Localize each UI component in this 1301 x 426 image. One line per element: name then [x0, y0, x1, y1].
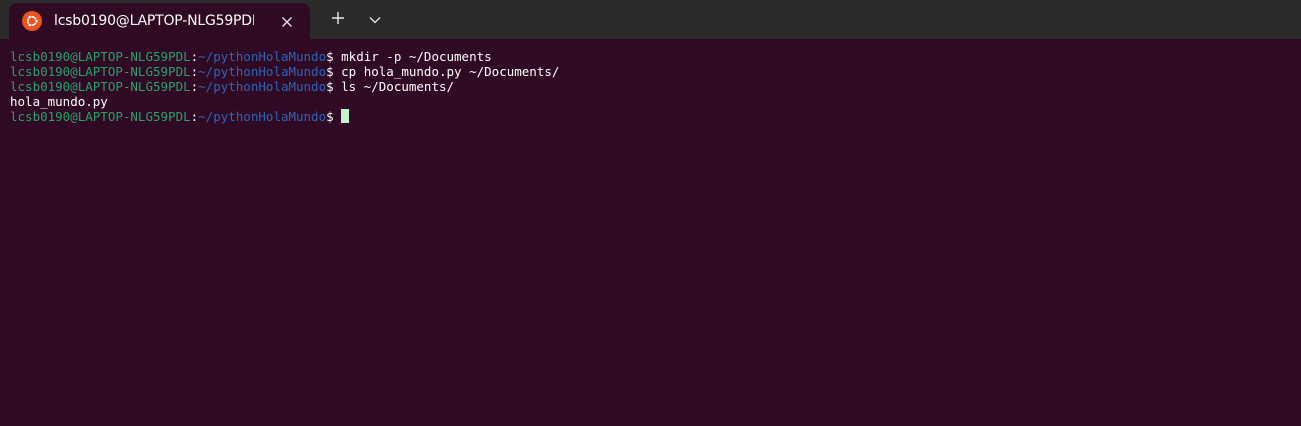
terminal-line-current: lcsb0190@LAPTOP-NLG59PDL:~/pythonHolaMun…	[0, 109, 1301, 124]
prompt-dollar: $	[326, 79, 334, 94]
terminal-line: lcsb0190@LAPTOP-NLG59PDL:~/pythonHolaMun…	[0, 79, 1301, 94]
ubuntu-icon	[22, 11, 42, 31]
prompt-path: ~/pythonHolaMundo	[198, 109, 327, 124]
prompt-user: lcsb0190@LAPTOP-NLG59PDL	[10, 109, 191, 124]
text-cursor	[340, 109, 349, 123]
close-icon[interactable]	[276, 11, 298, 33]
terminal-line: lcsb0190@LAPTOP-NLG59PDL:~/pythonHolaMun…	[0, 49, 1301, 64]
command-output: hola_mundo.py	[10, 94, 108, 109]
prompt-path: ~/pythonHolaMundo	[198, 49, 327, 64]
chevron-down-icon	[369, 11, 381, 29]
prompt-dollar: $	[326, 64, 334, 79]
command-text: mkdir -p ~/Documents	[333, 49, 492, 64]
tab-bar: lcsb0190@LAPTOP-NLG59PDL	[0, 0, 1301, 39]
terminal-window: lcsb0190@LAPTOP-NLG59PDL lcsb0190@LAPTOP…	[0, 0, 1301, 426]
prompt-dollar: $	[326, 49, 334, 64]
tab-ubuntu[interactable]: lcsb0190@LAPTOP-NLG59PDL	[9, 3, 310, 39]
terminal-line: lcsb0190@LAPTOP-NLG59PDL:~/pythonHolaMun…	[0, 64, 1301, 79]
prompt-user: lcsb0190@LAPTOP-NLG59PDL	[10, 49, 191, 64]
command-text: ls ~/Documents/	[333, 79, 455, 94]
prompt-user: lcsb0190@LAPTOP-NLG59PDL	[10, 79, 191, 94]
terminal-output[interactable]: lcsb0190@LAPTOP-NLG59PDL:~/pythonHolaMun…	[0, 39, 1301, 426]
new-tab-button[interactable]	[324, 6, 352, 34]
prompt-path: ~/pythonHolaMundo	[198, 64, 327, 79]
prompt-path: ~/pythonHolaMundo	[198, 79, 327, 94]
plus-icon	[331, 11, 345, 30]
command-text: cp hola_mundo.py ~/Documents/	[333, 64, 560, 79]
prompt-user: lcsb0190@LAPTOP-NLG59PDL	[10, 64, 191, 79]
profile-dropdown-button[interactable]	[361, 6, 389, 34]
prompt-dollar: $	[326, 109, 334, 124]
tab-title: lcsb0190@LAPTOP-NLG59PDL	[54, 13, 254, 29]
